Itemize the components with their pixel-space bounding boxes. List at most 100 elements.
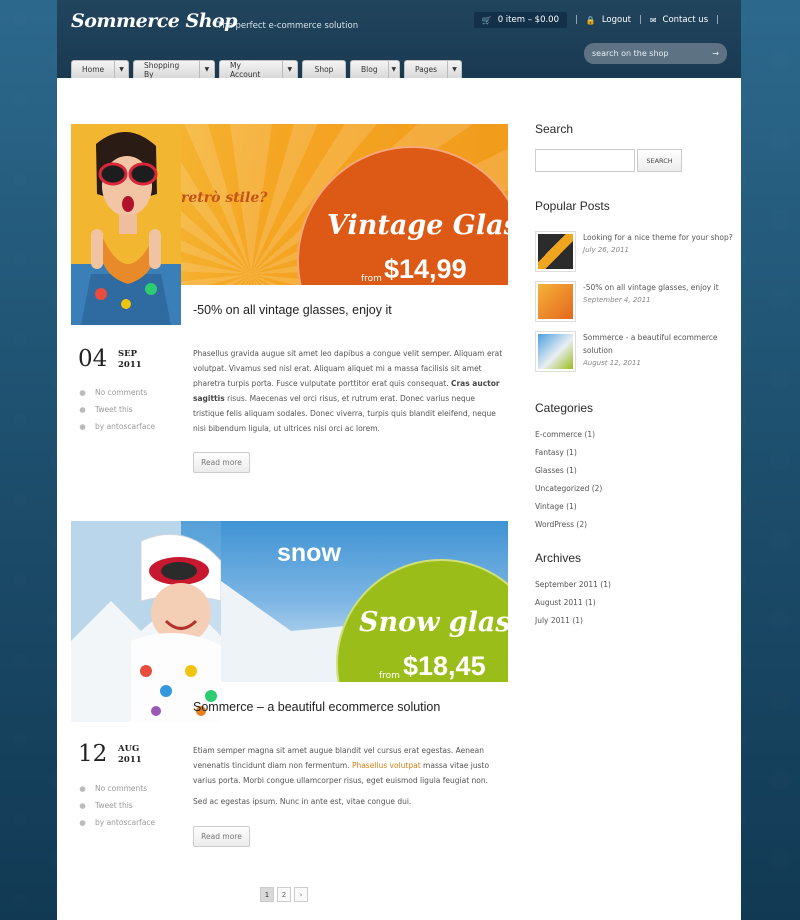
popular-post-title[interactable]: -50% on all vintage glasses, enjoy it [583,281,733,294]
nav-shopping-by[interactable]: Shopping By ▼ [133,60,215,79]
read-more-button[interactable]: Read more [193,452,250,473]
banner-title: Vintage Glasses [327,210,508,241]
main-nav: Home ▼ Shopping By ▼ My Account ▼ Shop B… [71,60,462,79]
logout-label: Logout [601,15,631,25]
archive-link[interactable]: July 2011 (1) [535,612,611,630]
cart-icon: 🛒 [481,15,492,25]
inline-link[interactable]: Phasellus volutpat [352,761,421,770]
popular-post-title[interactable]: Looking for a nice theme for your shop? [583,231,733,244]
popular-posts-title: Popular Posts [535,199,610,213]
post-month-year: SEP 2011 [118,349,142,370]
archive-link[interactable]: September 2011 (1) [535,576,611,594]
categories-list: E-commerce (1) Fantasy (1) Glasses (1) U… [535,426,602,534]
category-link[interactable]: Uncategorized (2) [535,480,602,498]
author-link[interactable]: ● by antoscarface [78,814,155,831]
category-link[interactable]: Vintage (1) [535,498,602,516]
popular-post-date: July 26, 2011 [583,246,629,254]
categories-title: Categories [535,401,594,415]
archive-link[interactable]: August 2011 (1) [535,594,611,612]
page-2-button[interactable]: 2 [277,887,291,902]
nav-pages[interactable]: Pages ▼ [404,60,462,78]
arrow-right-icon[interactable]: → [712,49,719,58]
banner-title: Snow glasses [359,607,508,638]
chevron-down-icon[interactable]: ▼ [114,61,128,78]
contact-label: Contact us [662,15,709,25]
popular-post-item[interactable]: Sommerce - a beautiful ecommerce solutio… [535,331,735,373]
post-title[interactable]: -50% on all vintage glasses, enjoy it [193,303,392,317]
site-logo[interactable]: Sommerce Shop [71,10,237,32]
pagination: 1 2 › [260,887,308,902]
logout-link[interactable]: 🔒 Logout [586,15,631,25]
user-icon: ● [79,818,86,827]
tweet-link[interactable]: ● Tweet this [78,401,155,418]
banner-from: from [361,274,382,284]
banner-from: from [379,671,400,681]
category-link[interactable]: Glasses (1) [535,462,602,480]
nav-blog[interactable]: Blog ▼ [350,60,400,78]
popular-post-title[interactable]: Sommerce - a beautiful ecommerce solutio… [583,331,733,357]
popular-post-thumb[interactable] [535,231,576,272]
post-excerpt-paragraph: Sed ac egestas ipsum. Nunc in ante est, … [193,797,412,806]
site-header: Sommerce Shop The perfect e-commerce sol… [57,0,741,79]
chevron-down-icon[interactable]: ▼ [447,61,461,78]
popular-post-thumb[interactable] [535,281,576,322]
next-page-button[interactable]: › [294,887,308,902]
divider: | [575,15,578,25]
cart-summary[interactable]: 🛒 0 item – $0.00 [473,12,567,28]
contact-link[interactable]: ✉ Contact us [650,15,708,25]
post-year: 2011 [118,754,142,765]
banner-snow: snow [277,539,341,567]
child-skier-illustration [71,521,221,722]
post-meta: ● No comments ● Tweet this ● by antoscarfac… [78,384,155,435]
comments-link[interactable]: ● No comments [78,384,155,401]
post-day: 12 [78,741,108,767]
chevron-down-icon[interactable]: ▼ [281,61,297,78]
post-month: AUG [118,744,140,754]
popular-post-date: August 12, 2011 [583,359,641,367]
twitter-icon: ● [79,801,86,810]
lock-icon: 🔒 [585,15,596,25]
tweet-link[interactable]: ● Tweet this [78,797,155,814]
comment-icon: ● [79,784,86,793]
chevron-down-icon[interactable]: ▼ [387,61,399,78]
twitter-icon: ● [79,405,86,414]
archives-list: September 2011 (1) August 2011 (1) July … [535,576,611,630]
author-link[interactable]: ● by antoscarface [78,418,155,435]
popular-post-item[interactable]: Looking for a nice theme for your shop? … [535,231,735,273]
divider: | [716,15,719,25]
sidebar-search-input[interactable] [535,149,635,172]
popular-post-thumb[interactable] [535,331,576,372]
category-link[interactable]: E-commerce (1) [535,426,602,444]
category-link[interactable]: Fantasy (1) [535,444,602,462]
woman-glasses-illustration [71,131,181,325]
comment-icon: ● [79,388,86,397]
comments-link[interactable]: ● No comments [78,780,155,797]
popular-post-text: Sommerce - a beautiful ecommerce solutio… [583,331,733,370]
post-month-year: AUG 2011 [118,744,142,765]
nav-my-account[interactable]: My Account ▼ [219,60,298,79]
shop-search-placeholder: search on the shop [592,49,669,58]
chevron-down-icon[interactable]: ▼ [198,61,214,78]
post-meta: ● No comments ● Tweet this ● by antoscarfac… [78,780,155,831]
nav-shop[interactable]: Shop [302,60,346,78]
page-1-button[interactable]: 1 [260,887,274,902]
banner-price: $14,99 [384,254,467,284]
popular-post-date: September 4, 2011 [583,296,651,304]
divider: | [638,15,642,25]
mail-icon: ✉ [649,15,657,25]
sidebar-search-title: Search [535,122,574,136]
user-icon: ● [79,422,86,431]
read-more-button[interactable]: Read more [193,826,250,847]
category-link[interactable]: WordPress (2) [535,516,602,534]
popular-post-item[interactable]: -50% on all vintage glasses, enjoy it Se… [535,281,735,323]
post-title[interactable]: Sommerce – a beautiful ecommerce solutio… [193,700,440,714]
shop-search-input[interactable]: search on the shop → [584,43,727,64]
post-excerpt: Phasellus gravida augue sit amet leo dap… [193,349,503,433]
post-year: 2011 [118,359,142,370]
banner-tag: retrò stile? [181,190,268,206]
banner-price: $18,45 [403,651,486,681]
nav-home[interactable]: Home ▼ [71,60,129,78]
post-photo [71,521,221,722]
popular-post-text: Looking for a nice theme for your shop? … [583,231,733,257]
sidebar-search-button[interactable]: SEARCH [637,149,682,172]
